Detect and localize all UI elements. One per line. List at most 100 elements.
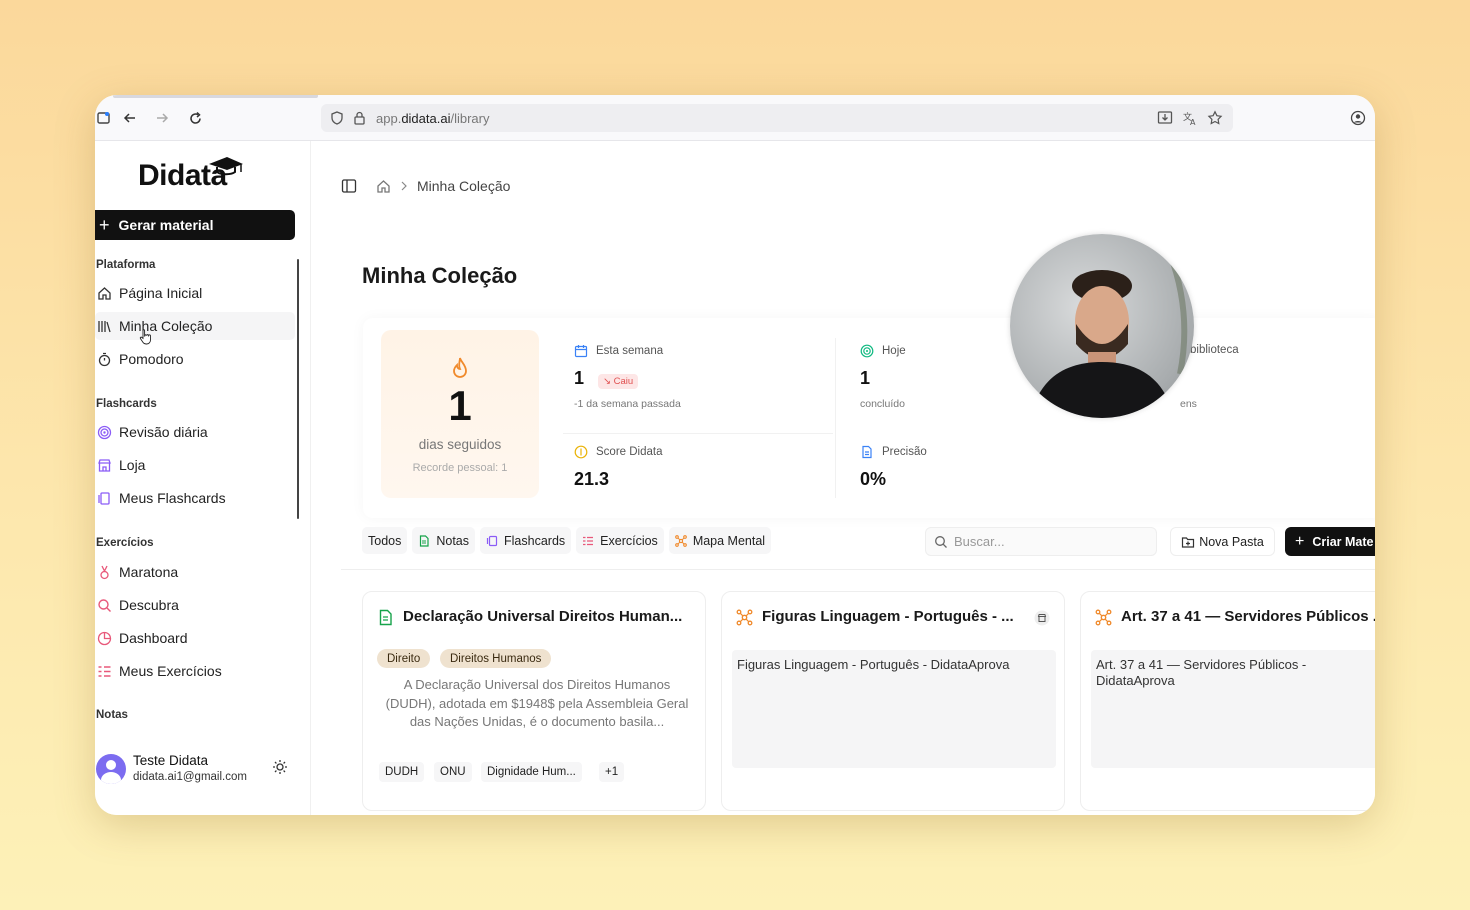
keyword-chip[interactable]: +1 — [599, 762, 625, 782]
sidebar-scrollbar[interactable] — [297, 259, 299, 519]
timer-icon — [96, 351, 112, 367]
stat-value: 21.3 — [574, 469, 610, 489]
tab-indicator[interactable] — [113, 95, 318, 98]
stat-label: Precisão — [882, 446, 927, 458]
pie-chart-icon — [96, 630, 112, 646]
divider — [341, 569, 1375, 570]
medal-icon — [96, 564, 112, 580]
stat-label: Hoje — [882, 345, 906, 357]
create-material-button[interactable]: + Criar Mate — [1285, 527, 1375, 556]
store-icon[interactable] — [1034, 610, 1050, 626]
home-icon[interactable] — [376, 179, 391, 194]
note-icon — [379, 609, 392, 626]
search-icon — [934, 535, 948, 549]
plus-icon: + — [1295, 532, 1305, 550]
create-material-label: Criar Mate — [1312, 534, 1374, 549]
target-icon — [96, 424, 112, 440]
filter-tabs: Todos Notas Flashcards Exercícios Mapa M… — [362, 527, 772, 554]
translate-icon[interactable]: 文A — [1180, 108, 1200, 128]
collection-card[interactable]: Figuras Linguagem - Português - ... Figu… — [721, 591, 1065, 811]
sidebar-item-minha-colecao[interactable]: Minha Coleção — [95, 312, 295, 345]
sidebar-item-meus-exercicios[interactable]: Meus Exercícios — [95, 657, 295, 685]
tag[interactable]: Direito — [377, 649, 431, 668]
collection-card[interactable]: Declaração Universal Direitos Human... D… — [362, 591, 706, 811]
url-text[interactable]: app.didata.ai/library — [376, 111, 489, 126]
generate-material-button[interactable]: + Gerar material — [95, 210, 295, 240]
sidebar-item-maratona[interactable]: Maratona — [95, 558, 295, 586]
shield-icon[interactable] — [327, 108, 347, 128]
keyword-chip[interactable]: DUDH — [379, 762, 425, 782]
keyword-chip[interactable]: ONU — [434, 762, 472, 782]
mind-map-icon — [1095, 609, 1112, 626]
stats-panel: 1 dias seguidos Recorde pessoal: 1 Esta … — [363, 318, 1375, 518]
home-icon — [96, 285, 112, 301]
card-preview-text: Art. 37 a 41 — Servidores Públicos - Did… — [1096, 657, 1307, 688]
filter-exercicios[interactable]: Exercícios — [576, 527, 664, 554]
theme-toggle-icon[interactable] — [272, 759, 288, 775]
sidebar-item-loja[interactable]: Loja — [95, 451, 295, 479]
tag[interactable]: Direitos Humanos — [440, 649, 552, 668]
filter-label: Exercícios — [600, 533, 658, 548]
sidebar-item-pagina-inicial[interactable]: Página Inicial — [95, 279, 295, 307]
main-content: Minha Coleção Minha Coleção 1 dias segui… — [310, 141, 1375, 815]
card-preview: Art. 37 a 41 — Servidores Públicos - Did… — [1091, 650, 1375, 768]
filter-flashcards[interactable]: Flashcards — [480, 527, 572, 554]
sidebar-item-label: Página Inicial — [119, 285, 203, 301]
streak-label: dias seguidos — [418, 437, 502, 452]
sidebar-item-pomodoro[interactable]: Pomodoro — [95, 345, 295, 373]
target-icon — [860, 344, 874, 358]
user-profile[interactable]: Teste Didata didata.ai1@gmail.com — [95, 751, 300, 791]
avatar[interactable] — [96, 754, 126, 784]
browser-window: app.didata.ai/library 文A Didata + Gerar … — [95, 95, 1375, 815]
sidebar-item-label: Meus Exercícios — [119, 663, 222, 679]
note-icon — [418, 534, 430, 547]
lock-icon[interactable] — [349, 108, 369, 128]
stat-sub: ens — [1180, 398, 1197, 410]
bookmark-star-icon[interactable] — [1205, 108, 1225, 128]
sidebar-item-dashboard[interactable]: Dashboard — [95, 624, 295, 652]
sidebar-item-descubra[interactable]: Descubra — [95, 591, 295, 619]
sidebar-item-label: Dashboard — [119, 630, 188, 646]
card-description: A Declaração Universal dos Direitos Huma… — [385, 677, 689, 729]
sidebar-item-label: Loja — [119, 457, 146, 473]
card-preview: Figuras Linguagem - Português - DidataAp… — [732, 650, 1056, 768]
forward-icon[interactable] — [151, 107, 173, 129]
reload-icon[interactable] — [184, 107, 206, 129]
library-icon — [96, 318, 112, 334]
new-folder-button[interactable]: Nova Pasta — [1170, 527, 1275, 556]
url-bar[interactable]: app.didata.ai/library 文A — [321, 104, 1233, 132]
search-icon — [96, 597, 112, 613]
sidebar: Didata + Gerar material Plataforma Págin… — [95, 141, 305, 815]
section-exercicios: Exercícios — [96, 537, 154, 549]
store-icon — [96, 457, 112, 473]
collection-card[interactable]: Art. 37 a 41 — Servidores Públicos ... A… — [1080, 591, 1375, 811]
coin-icon — [574, 445, 588, 459]
graduation-cap-icon — [209, 157, 243, 176]
back-icon[interactable] — [119, 107, 141, 129]
breadcrumb-current: Minha Coleção — [417, 178, 511, 194]
stat-value: 0% — [860, 469, 887, 489]
search-input[interactable]: Buscar... — [925, 527, 1157, 556]
card-title: Art. 37 a 41 — Servidores Públicos ... — [1121, 608, 1375, 625]
account-icon[interactable] — [1347, 107, 1369, 129]
panel-toggle-icon[interactable] — [341, 178, 357, 194]
sidebar-item-label: Minha Coleção — [119, 318, 213, 334]
stat-sub: concluído — [860, 398, 905, 410]
cards-icon — [96, 490, 112, 506]
filter-todos[interactable]: Todos — [362, 527, 408, 554]
install-app-icon[interactable] — [1155, 108, 1175, 128]
stat-label: biblioteca — [1190, 344, 1239, 356]
streak-record: Recorde pessoal: 1 — [412, 462, 508, 474]
keyword-chip[interactable]: Dignidade Hum... — [481, 762, 582, 782]
sidebar-item-meus-flashcards[interactable]: Meus Flashcards — [95, 484, 295, 512]
card-title: Figuras Linguagem - Português - ... — [762, 608, 1014, 625]
stat-precisao: Precisão 0% — [860, 445, 1125, 531]
folder-plus-icon — [1181, 535, 1195, 549]
filter-mapa-mental[interactable]: Mapa Mental — [668, 527, 772, 554]
sidebar-toggle-icon[interactable] — [95, 107, 115, 129]
stat-label: Esta semana — [596, 345, 664, 357]
mind-map-icon — [736, 609, 753, 626]
sidebar-item-revisao-diaria[interactable]: Revisão diária — [95, 418, 295, 446]
filter-label: Notas — [436, 533, 470, 548]
filter-notas[interactable]: Notas — [412, 527, 476, 554]
